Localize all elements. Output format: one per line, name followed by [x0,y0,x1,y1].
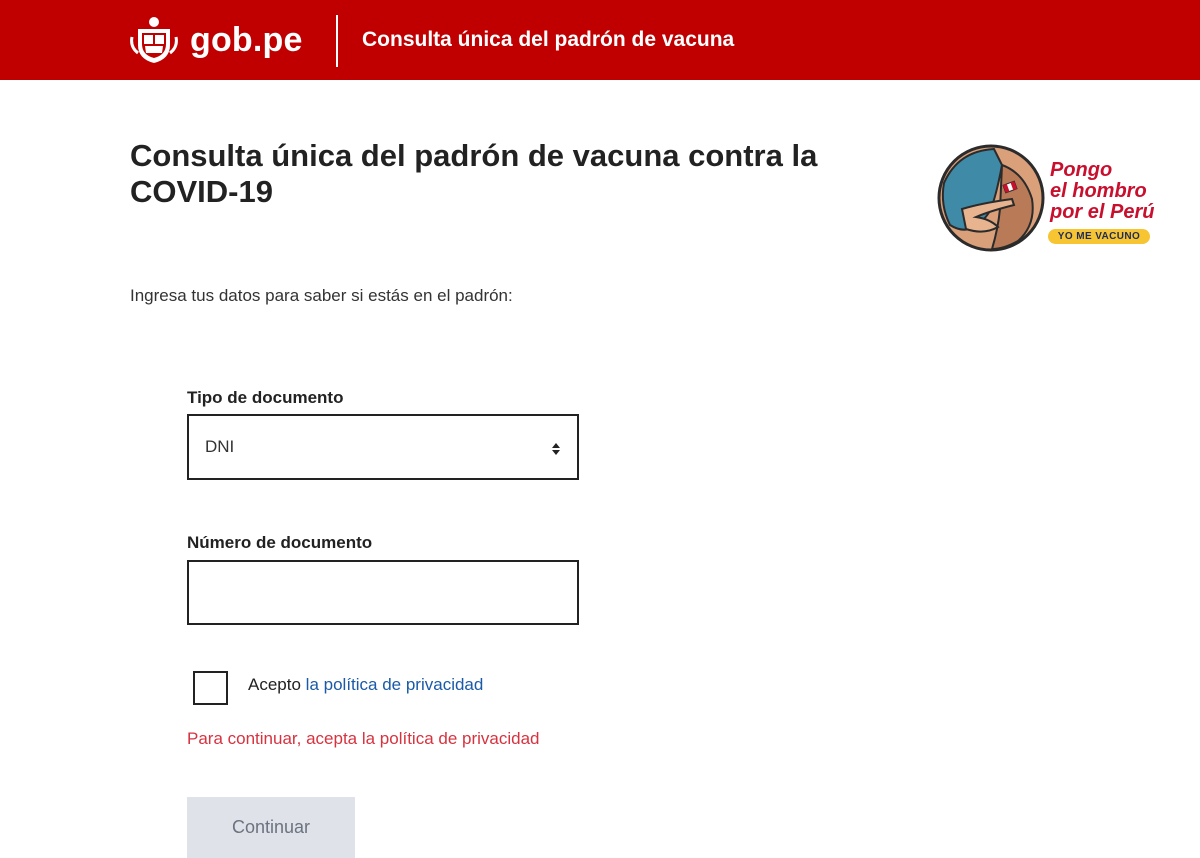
document-type-label: Tipo de documento [187,388,344,407]
document-type-select[interactable]: DNI [187,414,579,480]
header-divider [336,15,338,67]
site-header: gob.pe Consulta única del padrón de vacu… [0,0,1200,80]
badge-line-2: el hombro [1050,180,1147,202]
document-number-input[interactable] [187,560,579,625]
intro-text: Ingresa tus datos para saber si estás en… [130,286,513,305]
document-number-label: Número de documento [187,533,373,552]
continue-button[interactable]: Continuar [187,797,355,858]
brand-link[interactable]: gob.pe [130,14,303,66]
campaign-badge: Pongo el hombro por el Perú YO ME VACUNO [936,143,1176,255]
privacy-checkbox[interactable] [193,671,228,705]
privacy-prefix: Acepto [248,675,301,694]
vaccine-shoulder-illustration [937,144,1045,252]
privacy-label: Acepto la política de privacidad [248,675,483,695]
badge-line-1: Pongo [1050,159,1113,181]
badge-tag: YO ME VACUNO [1048,229,1150,244]
page-title: Consulta única del padrón de vacuna cont… [130,138,818,209]
brand-name: gob.pe [190,20,303,59]
sort-arrows-icon [552,443,560,455]
coat-of-arms-icon [130,17,178,63]
privacy-policy-link[interactable]: la política de privacidad [306,675,484,694]
header-title: Consulta única del padrón de vacuna [362,28,735,51]
badge-line-3: por el Perú [1050,201,1155,223]
privacy-error-message: Para continuar, acepta la política de pr… [187,729,540,748]
document-type-value: DNI [205,437,235,456]
